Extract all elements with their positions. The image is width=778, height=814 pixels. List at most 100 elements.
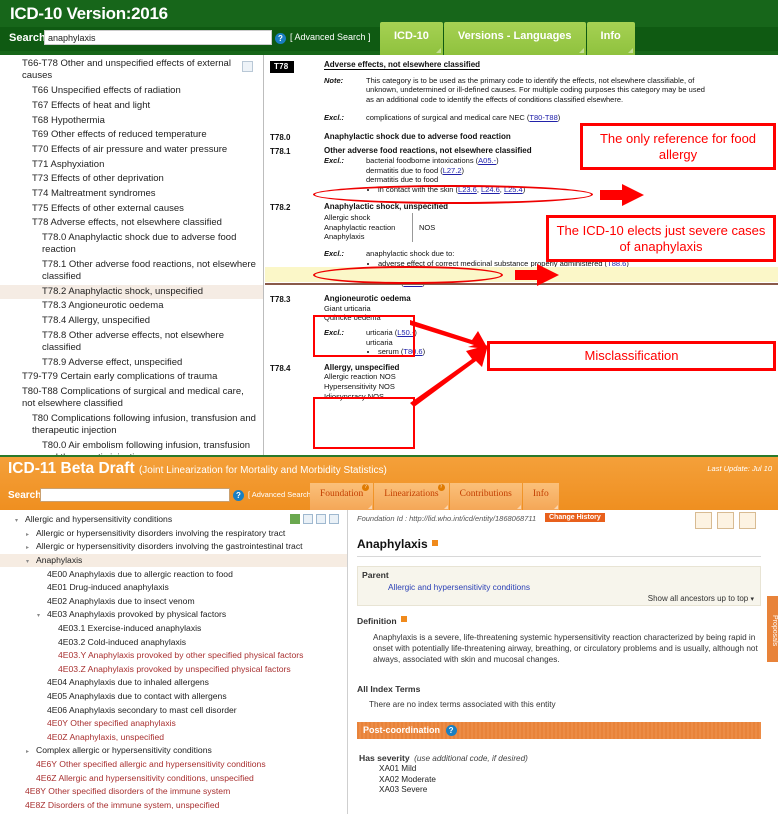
note-tag-icon[interactable] [400, 616, 407, 622]
chevron-down-icon[interactable]: ▾ [750, 596, 754, 603]
icd10-tree-item[interactable]: ▸T74 Maltreatment syndromes [0, 187, 263, 202]
chevron-down-icon[interactable]: ▾ [26, 557, 29, 568]
icd11-tree-item[interactable]: ▾ Anaphylaxis [0, 553, 347, 568]
icd10-advanced-search-link[interactable]: [ Advanced Search ] [290, 32, 371, 42]
tab-linearizations[interactable]: Linearizations ? [374, 483, 449, 510]
chevron-right-icon[interactable]: ▸ [26, 747, 29, 758]
icd11-tree-item[interactable]: ▸ Allergic or hypersensitivity disorders … [0, 540, 347, 554]
icd10-tree-item[interactable]: T78.8 Other adverse effects, not elsewhe… [0, 329, 263, 356]
icd11-tree-item-label: 4E0Y Other specified anaphylaxis [47, 718, 176, 729]
link-l272[interactable]: L27.2 [443, 166, 462, 175]
icd10-tree-item-label: T75 Effects of other external causes [32, 202, 184, 214]
chevron-down-icon[interactable]: ▾ [15, 516, 18, 527]
link-a05[interactable]: A05.- [478, 156, 496, 165]
icd10-tree-item[interactable]: T80.0 Air embolism following infusion, t… [0, 439, 263, 455]
tab-contributions[interactable]: Contributions [449, 483, 522, 510]
icd11-body: ▾ Allergic and hypersensitivity condition… [0, 510, 778, 814]
icd10-tree-item[interactable]: ▸T79-T79 Certain early complications of … [0, 370, 263, 385]
add-note-icon[interactable] [695, 512, 712, 529]
comment-icon[interactable] [717, 512, 734, 529]
help-icon[interactable]: ? [233, 490, 244, 501]
icd10-tree-item[interactable]: ▾T66-T78 Other and unspecified effects o… [0, 57, 263, 84]
icd11-tree-item[interactable]: 4E04 Anaphylaxis due to inhaled allergen… [0, 676, 347, 690]
icd10-search-input[interactable]: anaphylaxis [44, 30, 272, 45]
definition-heading: Definition [357, 616, 397, 626]
icd11-tree-item[interactable]: 4E03.Z Anaphylaxis provoked by unspecifi… [0, 663, 347, 677]
icd11-tree-item[interactable]: ▾ 4E03 Anaphylaxis provoked by physical f… [0, 608, 347, 622]
icd10-tree-item[interactable]: T78.1 Other adverse food reactions, not … [0, 258, 263, 285]
change-history-button[interactable]: Change History [545, 513, 605, 522]
icd11-tree-item[interactable]: 4E03.Y Anaphylaxis provoked by other spe… [0, 649, 347, 663]
tab-versions-languages[interactable]: Versions - Languages [443, 22, 586, 55]
icd11-tree-item[interactable]: 4E02 Anaphylaxis due to insect venom [0, 595, 347, 609]
icd10-tree-item-label: T66 Unspecified effects of radiation [32, 85, 181, 97]
icd11-tree-item-label: 4E03.2 Cold-induced anaphylaxis [58, 636, 187, 647]
tab-foundation[interactable]: Foundation ? [310, 483, 374, 510]
icd11-tree-item[interactable]: 4E05 Anaphylaxis due to contact with all… [0, 690, 347, 704]
help-icon[interactable]: ? [445, 725, 457, 736]
icd10-tree-item[interactable]: ▸T75 Effects of other external causes [0, 201, 263, 216]
icd11-tree-item[interactable]: ▸ Allergic or hypersensitivity disorders … [0, 527, 347, 541]
icd10-tree-item[interactable]: ▾T80-T88 Complications of surgical and m… [0, 385, 263, 412]
icd11-tree-item[interactable]: ▸ Complex allergic or hypersensitivity co… [0, 744, 347, 758]
icd10-search-label: Search [9, 32, 46, 44]
chevron-right-icon[interactable]: ▸ [26, 543, 29, 554]
tab-icd10[interactable]: ICD-10 [380, 22, 443, 55]
icd10-panel: ICD-10 Version:2016 Search anaphylaxis ?… [0, 0, 778, 455]
proposals-side-tab[interactable]: Proposals [767, 596, 778, 662]
definition-heading-wrap: Definition [357, 616, 407, 626]
t782-incl-1: Anaphylactic reaction [324, 222, 396, 232]
help-icon[interactable]: ? [275, 33, 286, 44]
icd11-search-input[interactable] [40, 488, 230, 502]
icd10-tree-item[interactable]: T71 Asphyxiation [0, 157, 263, 172]
chevron-down-icon[interactable]: ▾ [37, 611, 40, 622]
icd10-tree-item-label: T78 Adverse effects, not elsewhere class… [32, 217, 222, 229]
icd11-tree-item[interactable]: 4E6Z Allergic and hypersensitivity condi… [0, 771, 347, 785]
icd10-tree-item-label: T79-T79 Certain early complications of t… [22, 371, 218, 383]
index-terms-text: There are no index terms associated with… [369, 700, 556, 709]
note-tag-icon[interactable] [431, 540, 438, 546]
icd10-tree-item[interactable]: T78.9 Adverse effect, unspecified [0, 356, 263, 371]
icd11-tree-item[interactable]: 4E06 Anaphylaxis secondary to mast cell … [0, 703, 347, 717]
icd10-tree-item-label: T78.2 Anaphylactic shock, unspecified [42, 285, 204, 297]
icd10-tree-item[interactable]: T78.0 Anaphylactic shock due to adverse … [0, 231, 263, 258]
chevron-right-icon[interactable]: ▸ [26, 530, 29, 541]
icd10-tree-item[interactable]: T78.2 Anaphylactic shock, unspecified [0, 284, 263, 300]
icd10-tree-item[interactable]: T68 Hypothermia [0, 113, 263, 128]
icd10-tree-item[interactable]: T78.4 Allergy, unspecified [0, 314, 263, 329]
icd10-tree-item[interactable]: ▾T80 Complications following infusion, t… [0, 412, 263, 439]
icd11-tree-item[interactable]: 4E6Y Other specified allergic and hypers… [0, 758, 347, 772]
icd11-tree-item[interactable]: 4E01 Drug-induced anaphylaxis [0, 581, 347, 595]
severity-value-1[interactable]: XA02 Moderate [379, 775, 436, 786]
icd11-tree-item[interactable]: 4E0Z Anaphylaxis, unspecified [0, 731, 347, 745]
help-icon[interactable]: ? [362, 484, 370, 491]
icd11-advanced-search-link[interactable]: [ Advanced Search ] [248, 490, 315, 499]
icd10-tree[interactable]: ▾T66-T78 Other and unspecified effects o… [0, 55, 264, 455]
icd10-tree-item[interactable]: T66 Unspecified effects of radiation [0, 84, 263, 99]
icd10-tree-item[interactable]: ▸T69 Other effects of reduced temperatur… [0, 128, 263, 143]
icd11-tree-item[interactable]: 4E03.1 Exercise-induced anaphylaxis [0, 622, 347, 636]
tab-info[interactable]: Info [586, 22, 635, 55]
parent-value-link[interactable]: Allergic and hypersensitivity conditions [358, 580, 760, 592]
icd10-tree-item[interactable]: ▸T67 Effects of heat and light [0, 99, 263, 114]
questionnaire-icon[interactable] [739, 512, 756, 529]
icd11-tree-item[interactable]: 4E0Y Other specified anaphylaxis [0, 717, 347, 731]
icd11-tree[interactable]: ▾ Allergic and hypersensitivity condition… [0, 510, 348, 814]
icd10-tree-item[interactable]: ▸T70 Effects of air pressure and water p… [0, 143, 263, 158]
icd11-tree-item-label: 4E03 Anaphylaxis provoked by physical fa… [47, 609, 227, 620]
icd10-tree-item[interactable]: T78.3 Angioneurotic oedema [0, 299, 263, 314]
icd10-tree-item[interactable]: ▸T73 Effects of other deprivation [0, 172, 263, 187]
show-all-ancestors-link[interactable]: Show all ancestors up to top ▾ [358, 592, 760, 603]
icd10-tree-item[interactable]: ▾T78 Adverse effects, not elsewhere clas… [0, 216, 263, 231]
icd11-tree-item[interactable]: ▾ Allergic and hypersensitivity condition… [0, 513, 347, 527]
icd11-tree-item[interactable]: 4E8Z Disorders of the immune system, uns… [0, 798, 347, 812]
severity-value-0[interactable]: XA01 Mild [379, 764, 436, 775]
icd11-tree-item[interactable]: 4E8Y Other specified disorders of the im… [0, 785, 347, 799]
icd11-tree-item[interactable]: 4E03.2 Cold-induced anaphylaxis [0, 635, 347, 649]
link-t80-t88[interactable]: T80-T88 [529, 113, 557, 122]
help-icon[interactable]: ? [437, 484, 445, 491]
tab-info[interactable]: Info [522, 483, 559, 510]
foundation-id: Foundation Id : http://lid.who.int/icd/e… [357, 514, 537, 523]
icd11-tree-item[interactable]: 4E00 Anaphylaxis due to allergic reactio… [0, 567, 347, 581]
severity-value-2[interactable]: XA03 Severe [379, 785, 436, 796]
